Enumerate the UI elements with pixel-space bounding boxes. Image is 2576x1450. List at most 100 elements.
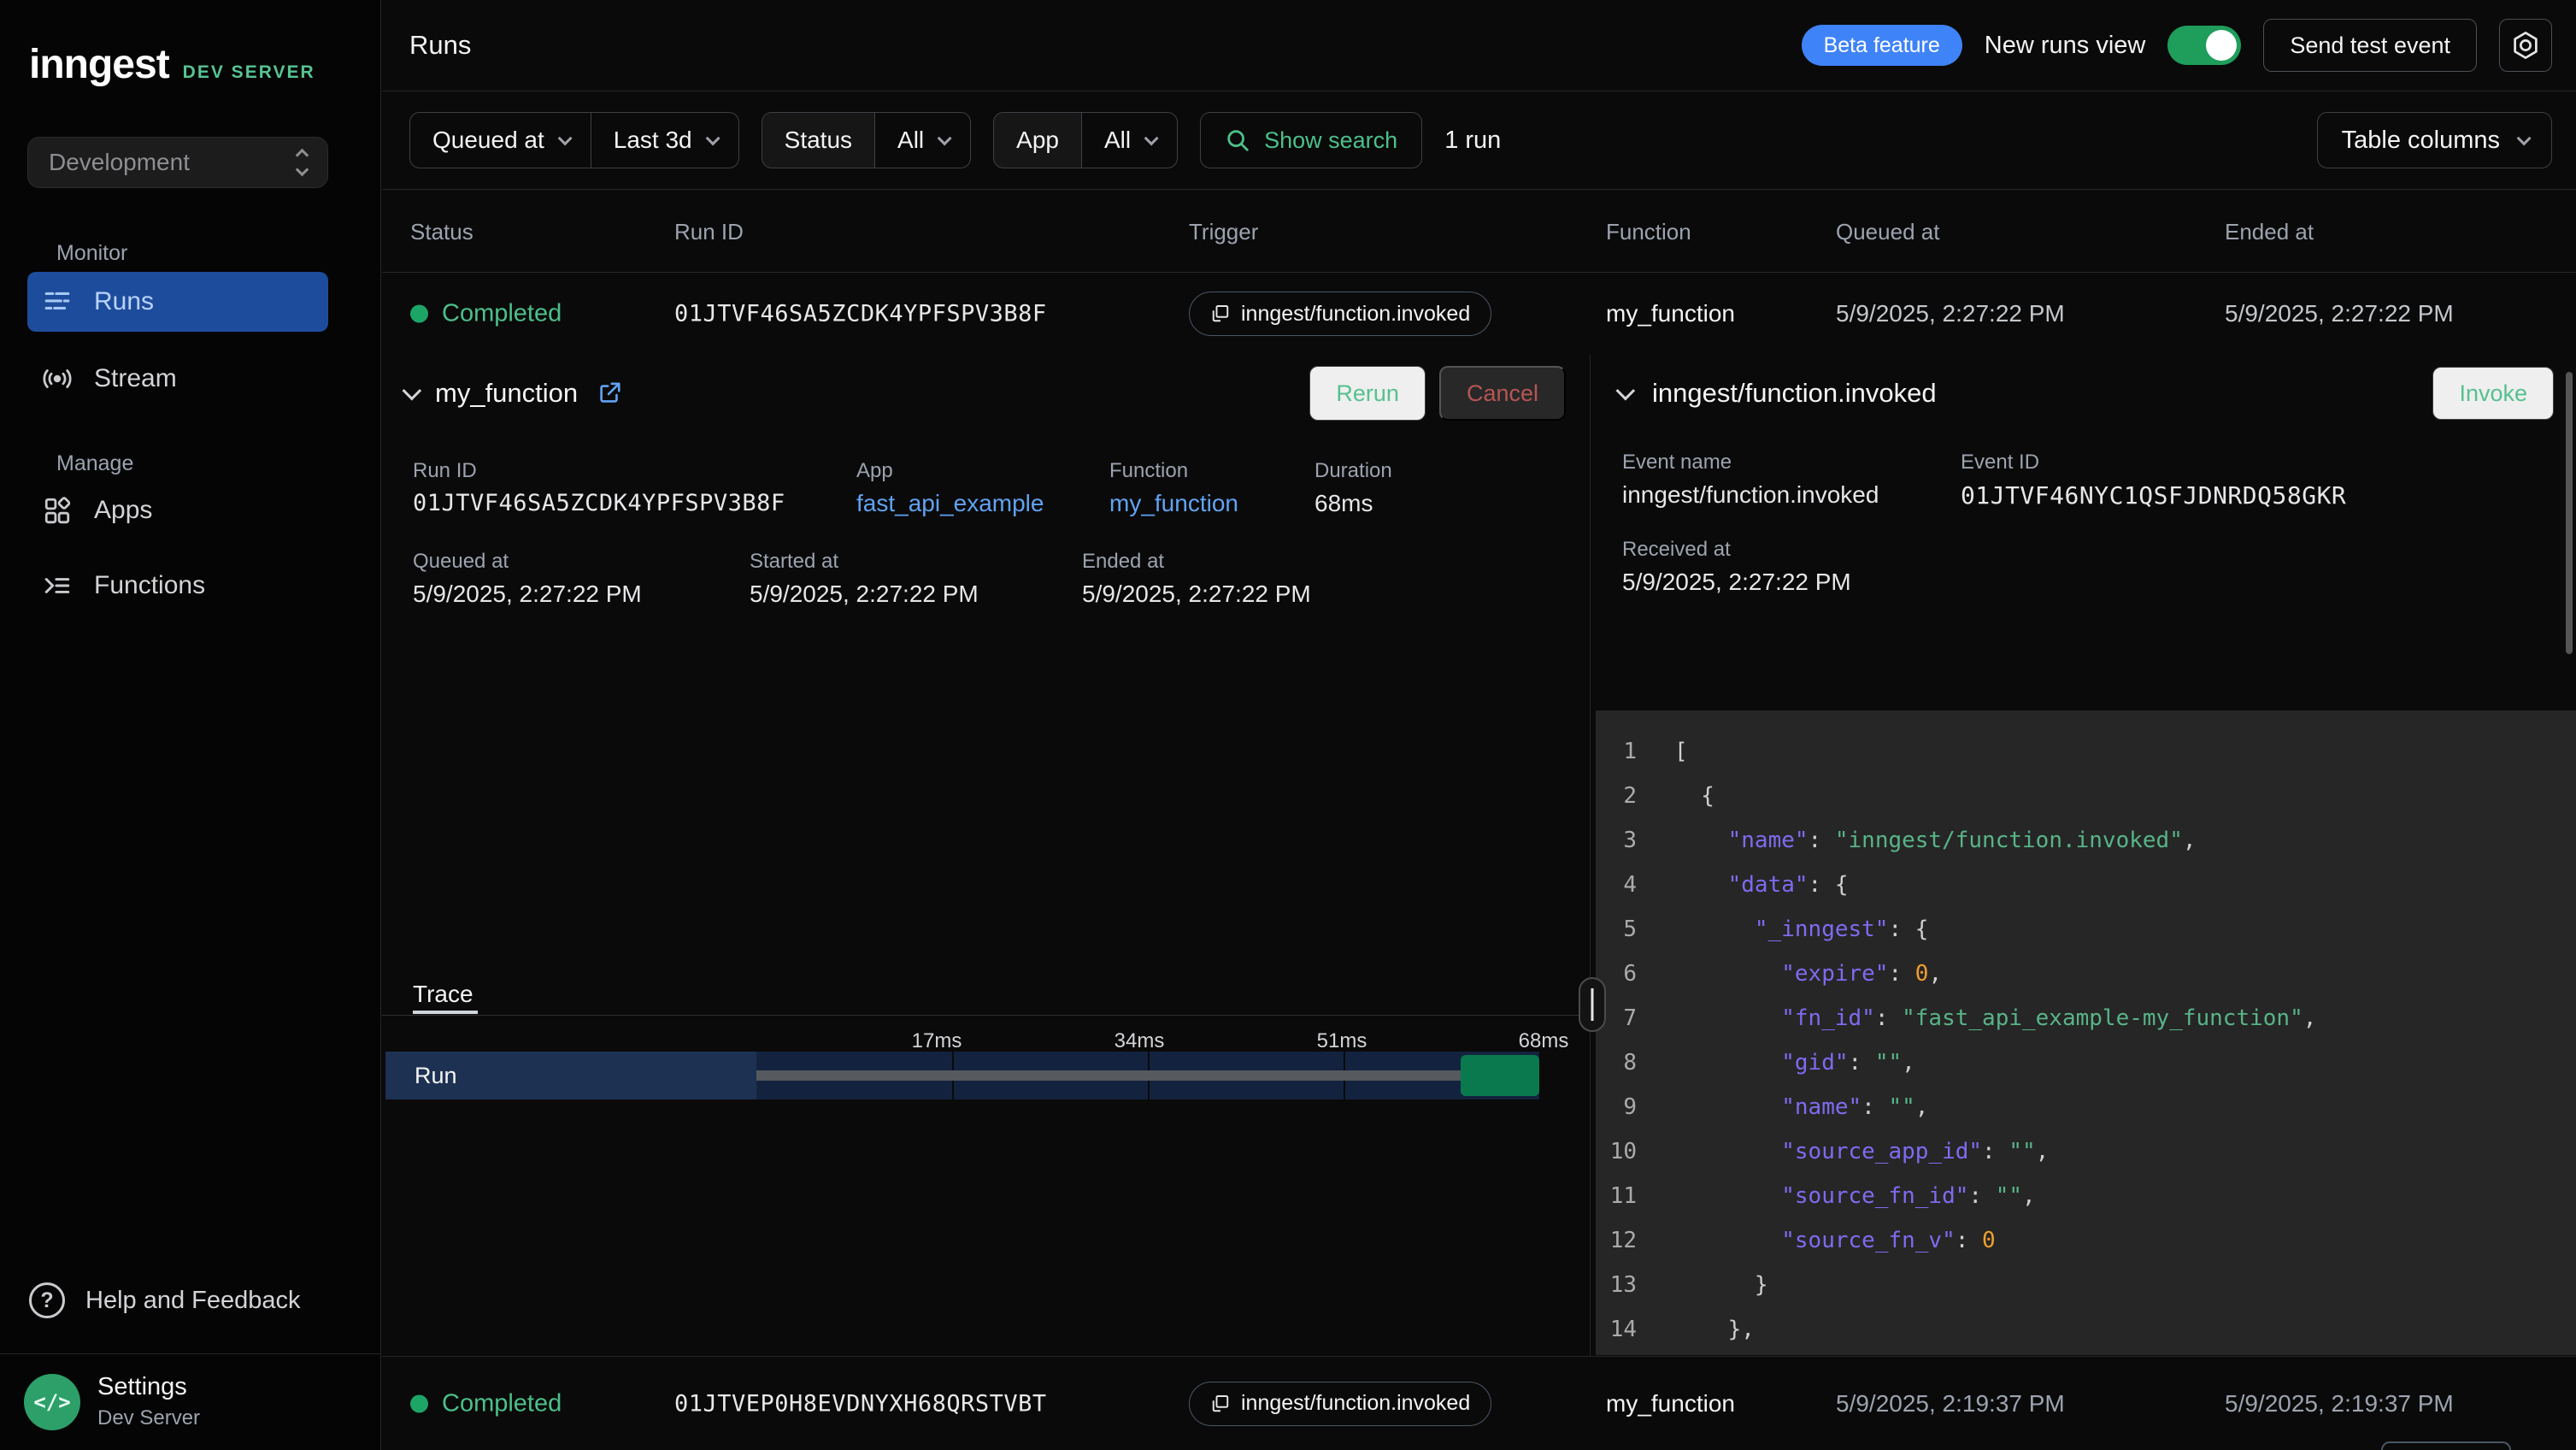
- run-function-name: my_function: [435, 378, 578, 409]
- event-icon: [1210, 304, 1231, 324]
- column-header-run-id: Run ID: [674, 219, 744, 245]
- sidebar-item-stream[interactable]: Stream: [27, 349, 328, 409]
- new-runs-view-label: New runs view: [1985, 32, 2146, 60]
- code-line: 13 }: [1596, 1263, 2576, 1307]
- collapse-chevron-icon[interactable]: [403, 381, 422, 401]
- dev-server-badge: DEV SERVER: [183, 62, 315, 83]
- function-link[interactable]: my_function: [1109, 490, 1238, 517]
- trace-divider: [382, 1015, 1590, 1016]
- code-line: 5 "_inngest": {: [1596, 907, 2576, 952]
- code-line: 7 "fn_id": "fast_api_example-my_function…: [1596, 996, 2576, 1040]
- status-filter-value[interactable]: All: [875, 113, 970, 168]
- code-avatar-icon: </>: [24, 1374, 80, 1430]
- app-label: App: [856, 459, 893, 483]
- toggle-knob: [2206, 30, 2237, 61]
- collapse-chevron-icon[interactable]: [1616, 381, 1636, 401]
- help-label: Help and Feedback: [85, 1287, 301, 1315]
- invoke-button[interactable]: Invoke: [2432, 367, 2554, 420]
- new-runs-view-toggle[interactable]: [2167, 26, 2241, 65]
- runs-table-header: Status Run ID Trigger Function Queued at…: [382, 190, 2576, 273]
- column-header-trigger: Trigger: [1189, 219, 1258, 245]
- app-filter-value[interactable]: All: [1082, 113, 1177, 168]
- trace-execution-segment: [1461, 1055, 1539, 1096]
- status-filter-label: Status: [762, 113, 874, 168]
- event-detail-panel: inngest/function.invoked Invoke Event na…: [1590, 355, 2576, 1356]
- status-badge: Completed: [442, 300, 562, 328]
- event-id-label: Event ID: [1961, 451, 2039, 474]
- environment-select-value: Development: [49, 149, 190, 176]
- select-updown-icon: [297, 150, 307, 174]
- section-label-manage: Manage: [56, 451, 133, 476]
- time-range-filter[interactable]: Last 3d: [591, 113, 738, 168]
- table-columns-button[interactable]: Table columns: [2317, 112, 2552, 168]
- chevron-down-icon: [557, 131, 572, 145]
- code-scrollbar-thumb[interactable]: [2566, 372, 2573, 654]
- started-label: Started at: [750, 550, 838, 574]
- event-icon: [1210, 1394, 1231, 1414]
- panel-resize-handle[interactable]: [1579, 977, 1606, 1032]
- trigger-pill[interactable]: inngest/function.invoked: [1189, 1382, 1491, 1426]
- tab-trace[interactable]: Trace: [413, 981, 473, 1008]
- settings-gear-button[interactable]: [2499, 19, 2552, 72]
- received-at-value: 5/9/2025, 2:27:22 PM: [1622, 569, 1851, 596]
- send-test-event-button[interactable]: Send test event: [2263, 19, 2477, 72]
- code-line: 9 "name": "",: [1596, 1085, 2576, 1129]
- sidebar-item-functions[interactable]: Functions: [27, 556, 328, 616]
- help-and-feedback[interactable]: ? Help and Feedback: [29, 1282, 301, 1318]
- settings-entry[interactable]: </> Settings Dev Server: [24, 1373, 200, 1430]
- sidebar-item-label: Runs: [94, 287, 154, 316]
- status-filter-group: Status All: [762, 112, 972, 168]
- event-name-label: Event name: [1622, 451, 1732, 474]
- started-value: 5/9/2025, 2:27:22 PM: [750, 581, 979, 608]
- run-id: 01JTVF46SA5ZCDK4YPFSPV3B8F: [674, 301, 1047, 327]
- environment-select[interactable]: Development: [27, 137, 328, 188]
- cancel-button[interactable]: Cancel: [1439, 366, 1566, 421]
- queued-value: 5/9/2025, 2:27:22 PM: [413, 581, 642, 608]
- code-line: 12 "source_fn_v": 0: [1596, 1218, 2576, 1263]
- trace-tick: 34ms: [1101, 1029, 1178, 1053]
- ended-value: 5/9/2025, 2:27:22 PM: [1082, 581, 1311, 608]
- external-link-icon[interactable]: [597, 380, 622, 406]
- apps-icon: [43, 496, 72, 525]
- queued-at-filter[interactable]: Queued at: [410, 113, 591, 168]
- ended-label: Ended at: [1082, 550, 1164, 574]
- sidebar-item-apps[interactable]: Apps: [27, 480, 328, 540]
- code-line: 1[: [1596, 729, 2576, 774]
- section-label-monitor: Monitor: [56, 241, 127, 266]
- function-name: my_function: [1606, 300, 1735, 327]
- code-line: 14 },: [1596, 1307, 2576, 1352]
- filter-bar: Queued at Last 3d Status All App: [382, 91, 2576, 190]
- rerun-button[interactable]: Rerun: [1309, 366, 1426, 421]
- sidebar-item-label: Stream: [94, 364, 177, 393]
- show-search-button[interactable]: Show search: [1200, 112, 1422, 168]
- sidebar: inngest DEV SERVER Development Monitor R…: [0, 0, 381, 1450]
- trigger-pill[interactable]: inngest/function.invoked: [1189, 292, 1491, 336]
- status-badge: Completed: [442, 1389, 562, 1418]
- app-link[interactable]: fast_api_example: [856, 490, 1044, 517]
- sidebar-item-label: Apps: [94, 496, 152, 525]
- settings-subtitle: Dev Server: [97, 1406, 200, 1430]
- code-line: 8 "gid": "",: [1596, 1040, 2576, 1085]
- table-columns-label: Table columns: [2342, 127, 2500, 155]
- table-row[interactable]: Completed 01JTVEP0H8EVDNYXH68QRSTVBT inn…: [382, 1356, 2576, 1450]
- status-dot: [410, 305, 428, 323]
- functions-icon: [43, 571, 72, 600]
- queued-label: Queued at: [413, 550, 509, 574]
- column-header-function: Function: [1606, 219, 1691, 245]
- inngest-dev-server-app: inngest DEV SERVER Development Monitor R…: [0, 0, 2576, 1450]
- trace-timeline: [756, 1052, 1539, 1099]
- function-label: Function: [1109, 459, 1188, 483]
- trace-row-label: Run: [385, 1052, 756, 1099]
- code-line: 2 {: [1596, 774, 2576, 818]
- app-filter-group: App All: [993, 112, 1178, 168]
- sidebar-item-runs[interactable]: Runs: [27, 272, 328, 332]
- trigger-label: inngest/function.invoked: [1241, 1391, 1470, 1416]
- run-id-value: 01JTVF46SA5ZCDK4YPFSPV3B8F: [413, 490, 785, 516]
- show-search-label: Show search: [1264, 127, 1397, 154]
- trace-run-row[interactable]: Run: [385, 1052, 1539, 1099]
- trace-tick: 68ms: [1505, 1029, 1582, 1053]
- duration-label: Duration: [1314, 459, 1392, 483]
- table-row[interactable]: Completed 01JTVF46SA5ZCDK4YPFSPV3B8F inn…: [382, 273, 2576, 355]
- resize-grip-icon: [1591, 988, 1594, 1021]
- sidebar-divider: [0, 1353, 381, 1354]
